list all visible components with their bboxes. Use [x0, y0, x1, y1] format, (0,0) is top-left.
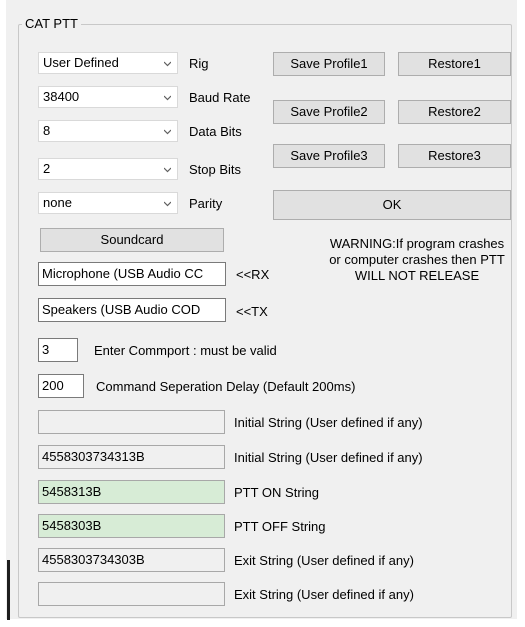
rx-audio-device-field[interactable]: Microphone (USB Audio CC	[38, 262, 226, 286]
comport-field[interactable]: 3	[38, 338, 78, 362]
chevron-down-icon	[164, 201, 171, 207]
parity-select[interactable]: none	[38, 192, 178, 214]
tx-audio-device-field[interactable]: Speakers (USB Audio COD	[38, 298, 226, 322]
parity-label: Parity	[189, 196, 223, 211]
group-title: CAT PTT	[22, 16, 81, 31]
parity-value: none	[43, 195, 72, 210]
initial-string-label-1: Initial String (User defined if any)	[234, 415, 423, 430]
window-border-mark	[7, 560, 10, 620]
exit-string-label-2: Exit String (User defined if any)	[234, 587, 414, 602]
ptt-off-string-field[interactable]: 5458303B	[38, 514, 225, 538]
baud-rate-label: Baud Rate	[189, 90, 251, 105]
stop-bits-value: 2	[43, 161, 51, 176]
chevron-down-icon	[164, 167, 171, 173]
restore1-button[interactable]: Restore1	[398, 52, 511, 76]
initial-string-label-2: Initial String (User defined if any)	[234, 450, 423, 465]
rig-select[interactable]: User Defined	[38, 52, 178, 74]
restore3-button[interactable]: Restore3	[398, 144, 511, 168]
baud-rate-select[interactable]: 38400	[38, 86, 178, 108]
initial-string-field-2[interactable]: 4558303734313B	[38, 445, 225, 469]
save-profile1-button[interactable]: Save Profile1	[273, 52, 385, 76]
save-profile3-button[interactable]: Save Profile3	[273, 144, 385, 168]
rx-label: <<RX	[236, 267, 270, 282]
data-bits-label: Data Bits	[189, 124, 242, 139]
ptt-on-string-field[interactable]: 5458313B	[38, 480, 225, 504]
window-edge-bottom	[0, 619, 525, 627]
rig-select-value: User Defined	[43, 55, 119, 70]
window-edge-right	[517, 0, 525, 627]
ptt-warning-text: WARNING:If program crashes or computer c…	[329, 236, 505, 283]
baud-rate-value: 38400	[43, 89, 80, 104]
chevron-down-icon	[164, 129, 171, 135]
soundcard-button[interactable]: Soundcard	[40, 228, 224, 252]
save-profile2-button[interactable]: Save Profile2	[273, 100, 385, 124]
ptt-off-string-label: PTT OFF String	[234, 519, 326, 534]
chevron-down-icon	[164, 95, 171, 101]
window-edge-left	[0, 0, 6, 627]
initial-string-field-1[interactable]	[38, 410, 225, 434]
tx-label: <<TX	[236, 304, 268, 319]
chevron-down-icon	[164, 61, 171, 67]
cat-ptt-window: CAT PTT User Defined Rig 38400 Baud Rate…	[0, 0, 525, 627]
exit-string-field-2[interactable]	[38, 582, 225, 606]
rig-label: Rig	[189, 56, 209, 71]
restore2-button[interactable]: Restore2	[398, 100, 511, 124]
exit-string-label-1: Exit String (User defined if any)	[234, 553, 414, 568]
data-bits-select[interactable]: 8	[38, 120, 178, 142]
stop-bits-select[interactable]: 2	[38, 158, 178, 180]
ptt-on-string-label: PTT ON String	[234, 485, 320, 500]
exit-string-field-1[interactable]: 4558303734303B	[38, 548, 225, 572]
stop-bits-label: Stop Bits	[189, 162, 242, 177]
data-bits-value: 8	[43, 123, 51, 138]
comport-label: Enter Commport : must be valid	[94, 343, 277, 358]
delay-field[interactable]: 200	[38, 374, 84, 398]
ok-button[interactable]: OK	[273, 190, 511, 220]
delay-label: Command Seperation Delay (Default 200ms)	[96, 379, 356, 394]
